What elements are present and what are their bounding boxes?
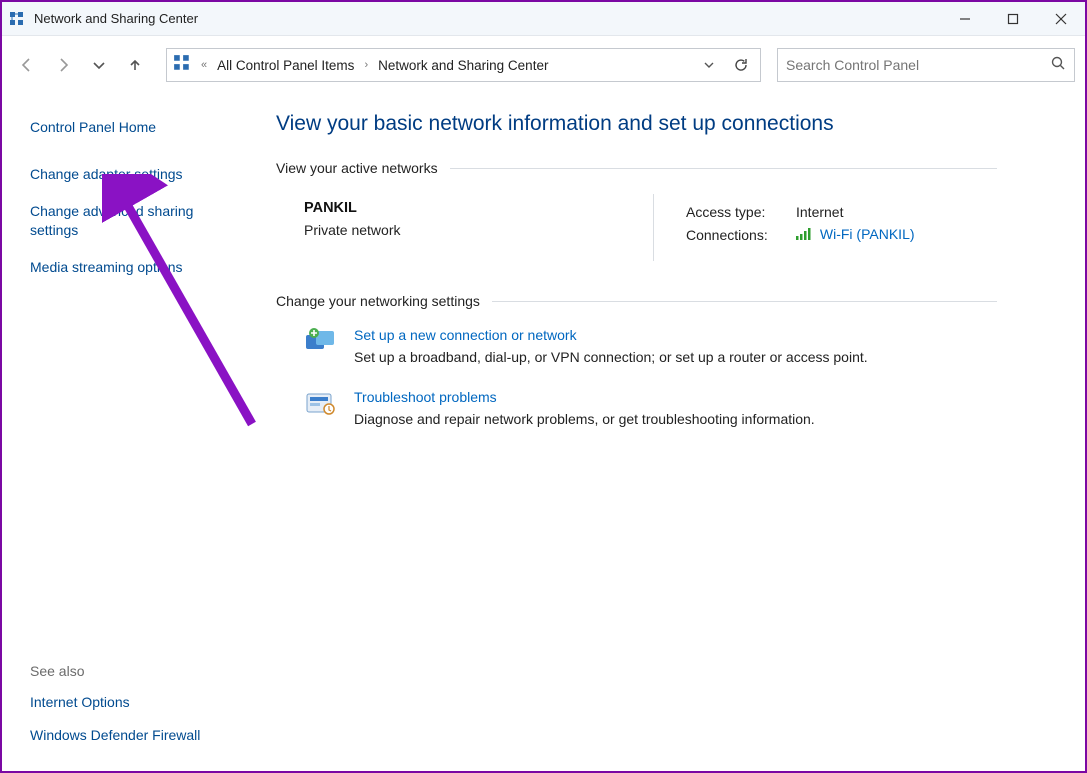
search-box[interactable] [777, 48, 1075, 82]
sidebar: Control Panel Home Change adapter settin… [2, 94, 254, 771]
sidebar-control-panel-home[interactable]: Control Panel Home [30, 118, 238, 137]
chevron-right-icon[interactable]: › [360, 59, 372, 71]
maximize-button[interactable] [989, 2, 1037, 36]
sidebar-change-advanced-sharing[interactable]: Change advanced sharing settings [30, 202, 238, 240]
sidebar-windows-defender-firewall[interactable]: Windows Defender Firewall [30, 726, 238, 745]
active-networks-header: View your active networks [276, 160, 997, 176]
titlebar: Network and Sharing Center [2, 2, 1085, 36]
connections-label: Connections: [686, 224, 794, 245]
wifi-signal-icon [796, 227, 812, 243]
access-type-value: Internet [796, 202, 915, 222]
access-type-label: Access type: [686, 202, 794, 222]
setup-connection-item: Set up a new connection or network Set u… [276, 327, 997, 365]
network-name: PANKIL [304, 200, 653, 216]
setup-connection-desc: Set up a broadband, dial-up, or VPN conn… [354, 349, 868, 365]
minimize-button[interactable] [941, 2, 989, 36]
breadcrumb-parent[interactable]: All Control Panel Items [217, 58, 354, 73]
troubleshoot-desc: Diagnose and repair network problems, or… [354, 411, 815, 427]
app-icon [8, 10, 26, 28]
troubleshoot-icon [304, 389, 338, 417]
page-title: View your basic network information and … [276, 112, 997, 136]
sidebar-change-adapter-settings[interactable]: Change adapter settings [30, 165, 238, 184]
connection-link[interactable]: Wi-Fi (PANKIL) [820, 226, 915, 242]
troubleshoot-item: Troubleshoot problems Diagnose and repai… [276, 389, 997, 427]
address-bar[interactable]: « All Control Panel Items › Network and … [166, 48, 761, 82]
active-network-row: PANKIL Private network Access type: Inte… [276, 194, 997, 261]
refresh-button[interactable] [728, 52, 754, 78]
sidebar-media-streaming-options[interactable]: Media streaming options [30, 258, 238, 277]
up-button[interactable] [120, 50, 150, 80]
back-button[interactable] [12, 50, 42, 80]
control-panel-icon [173, 54, 191, 77]
troubleshoot-link[interactable]: Troubleshoot problems [354, 389, 497, 405]
breadcrumb-current[interactable]: Network and Sharing Center [378, 58, 548, 73]
address-dropdown-button[interactable] [696, 52, 722, 78]
network-type: Private network [304, 222, 653, 238]
search-input[interactable] [786, 57, 1050, 73]
toolbar: « All Control Panel Items › Network and … [2, 36, 1085, 94]
forward-button[interactable] [48, 50, 78, 80]
sidebar-internet-options[interactable]: Internet Options [30, 693, 238, 712]
close-button[interactable] [1037, 2, 1085, 36]
content: View your basic network information and … [254, 94, 1085, 771]
search-icon[interactable] [1050, 55, 1066, 76]
recent-locations-button[interactable] [84, 50, 114, 80]
setup-connection-icon [304, 327, 338, 355]
change-settings-header: Change your networking settings [276, 293, 997, 309]
setup-connection-link[interactable]: Set up a new connection or network [354, 327, 577, 343]
breadcrumb-overflow-icon[interactable]: « [197, 59, 211, 71]
see-also-header: See also [30, 663, 238, 679]
window-title: Network and Sharing Center [34, 11, 198, 26]
